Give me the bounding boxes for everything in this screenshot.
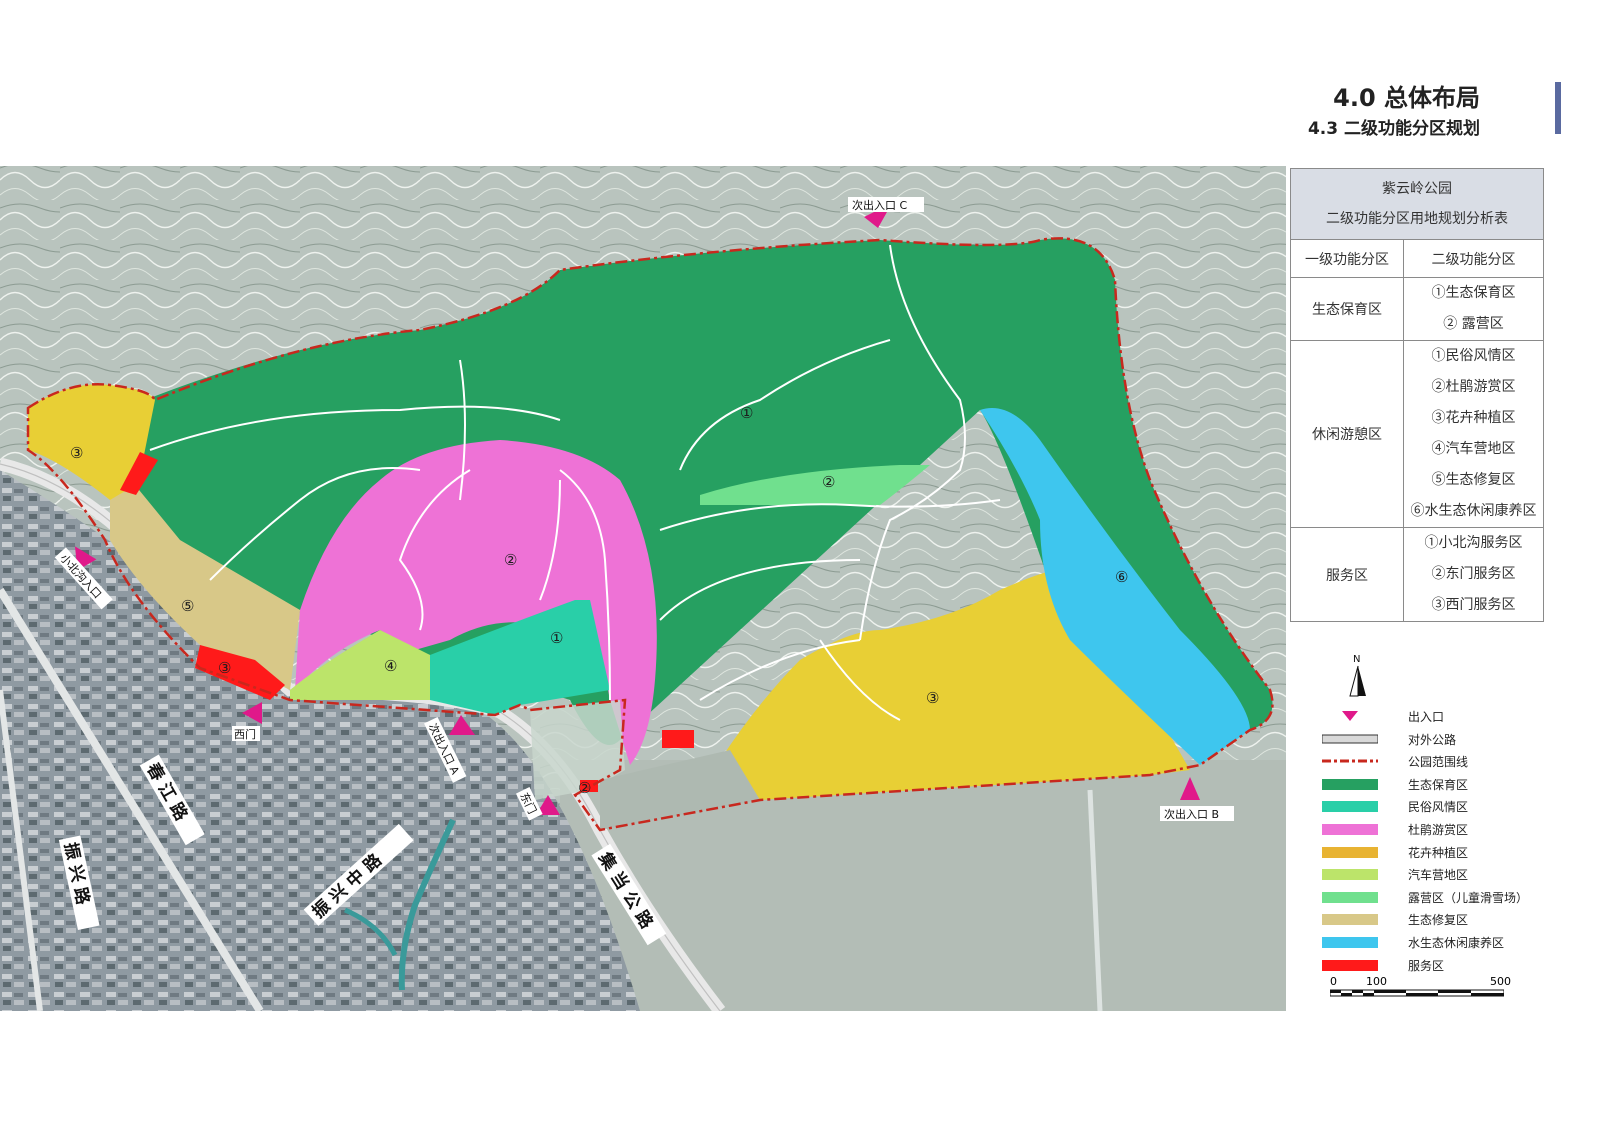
legend-swatch xyxy=(1322,869,1378,881)
table-item: ①小北沟服务区 xyxy=(1424,535,1523,551)
north-arrow-right xyxy=(1358,666,1366,696)
legend-label: 服务区 xyxy=(1408,958,1445,973)
north-arrow-left xyxy=(1349,665,1359,697)
table-item: ⑤生态修复区 xyxy=(1431,472,1516,488)
legend-swatch xyxy=(1322,914,1378,926)
table-group-name: 休闲游憩区 xyxy=(1290,340,1404,528)
table-item: ③西门服务区 xyxy=(1431,597,1516,613)
legend-label: 杜鹃游赏区 xyxy=(1408,823,1469,837)
table-title: 紫云岭公园 二级功能分区用地规划分析表 xyxy=(1290,168,1544,240)
scale-mid: 100 xyxy=(1366,975,1387,988)
page-subtitle: 4.3 二级功能分区规划 xyxy=(1307,119,1480,139)
legend-swatch xyxy=(1322,801,1378,813)
label-zone-flower-3-west: ③ xyxy=(70,444,83,462)
page-title: 4.0 总体布局 xyxy=(1333,84,1480,112)
legend-swatch xyxy=(1322,824,1378,835)
legend-label: 生态修复区 xyxy=(1408,913,1469,928)
table-item: ①生态保育区 xyxy=(1431,285,1516,301)
table-item: ②东门服务区 xyxy=(1431,566,1516,582)
table-group-items: ①生态保育区 ② 露营区 xyxy=(1403,277,1544,341)
label-zone-water-6: ⑥ xyxy=(1115,568,1128,586)
label-zone-dujuan-2: ② xyxy=(504,551,517,569)
table-item: ② 露营区 xyxy=(1443,316,1504,332)
label-zone-folk-1: ① xyxy=(550,629,563,647)
label-service-west-3: ③ xyxy=(218,659,231,677)
table-col2-header: 二级功能分区 xyxy=(1403,239,1544,278)
legend-swatch xyxy=(1322,937,1378,948)
entrance-b-label: 次出入口 B xyxy=(1164,807,1219,821)
legend-swatch xyxy=(1342,711,1358,721)
label-zone-restore-5: ⑤ xyxy=(181,597,194,615)
legend-swatch xyxy=(1322,846,1378,858)
label-zone-camp-2: ② xyxy=(822,473,835,491)
north-arrow: N xyxy=(1346,652,1370,698)
legend-swatch xyxy=(1322,959,1378,971)
service-east-gate-a xyxy=(662,730,694,748)
legend-label: 汽车营地区 xyxy=(1408,868,1469,883)
north-arrow-letter: N xyxy=(1353,654,1360,665)
entrance-west-label: 西门 xyxy=(234,727,256,741)
zoning-map[interactable]: ① ② ② ① ④ ⑤ ③ ③ ⑥ ③ ② 次出入口 C 次出入口 B 小北沟入… xyxy=(0,166,1286,1011)
entrance-c-label: 次出入口 C xyxy=(852,198,907,212)
label-service-east-2: ② xyxy=(578,779,591,797)
label-zone-eco-1: ① xyxy=(740,404,753,422)
table-item: ⑥水生态休闲康养区 xyxy=(1410,503,1537,519)
legend-label: 花卉种植区 xyxy=(1408,845,1469,860)
legend-label: 对外公路 xyxy=(1408,732,1457,747)
legend-label: 露营区（儿童滑雪场） xyxy=(1408,890,1529,905)
legend-label: 水生态休闲康养区 xyxy=(1408,936,1505,950)
table-title-line2: 二级功能分区用地规划分析表 xyxy=(1326,211,1508,227)
legend-label: 民俗风情区 xyxy=(1408,800,1469,815)
legend-swatch xyxy=(1322,759,1378,763)
table-item: ③花卉种植区 xyxy=(1431,410,1516,426)
scale-end: 500 xyxy=(1490,975,1511,988)
table-group-name: 生态保育区 xyxy=(1290,277,1404,341)
table-group-items: ①民俗风情区 ②杜鹃游赏区 ③花卉种植区 ④汽车营地区 ⑤生态修复区 ⑥水生态休… xyxy=(1403,340,1544,528)
legend-label: 出入口 xyxy=(1408,710,1445,724)
table-item: ④汽车营地区 xyxy=(1431,441,1516,457)
legend-swatch xyxy=(1322,734,1378,744)
zoning-analysis-table: 紫云岭公园 二级功能分区用地规划分析表 一级功能分区 二级功能分区 生态保育区 … xyxy=(1290,168,1544,622)
table-group-items: ①小北沟服务区 ②东门服务区 ③西门服务区 xyxy=(1403,527,1544,622)
table-item: ①民俗风情区 xyxy=(1431,348,1516,364)
legend-swatch xyxy=(1322,778,1378,790)
label-zone-rv-4: ④ xyxy=(384,657,397,675)
label-zone-flower-3-east: ③ xyxy=(926,689,939,707)
legend-swatch xyxy=(1322,891,1378,903)
legend-label: 公园范围线 xyxy=(1408,755,1469,770)
table-col1-header: 一级功能分区 xyxy=(1290,239,1404,278)
table-item: ②杜鹃游赏区 xyxy=(1431,379,1516,395)
header-accent-bar xyxy=(1555,82,1561,134)
table-group-name: 服务区 xyxy=(1290,527,1404,622)
table-title-line1: 紫云岭公园 xyxy=(1382,181,1452,197)
scale-zero: 0 xyxy=(1330,975,1337,988)
legend-label: 生态保育区 xyxy=(1408,777,1469,792)
